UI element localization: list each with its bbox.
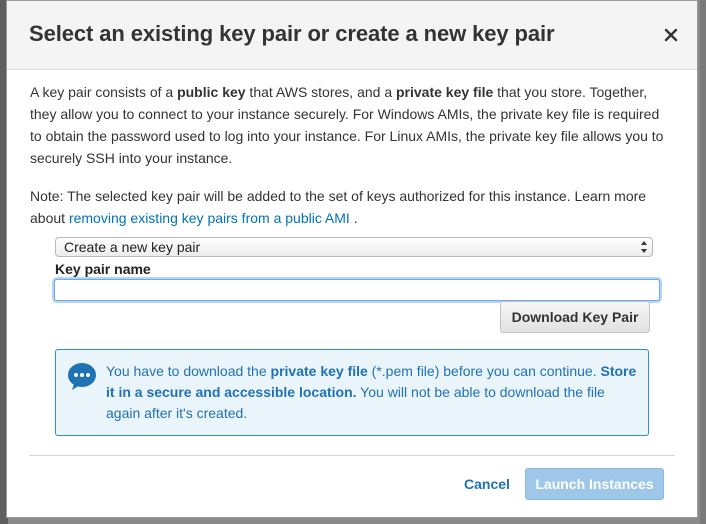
key-pair-description: A key pair consists of a public key that…	[30, 81, 670, 169]
key-pair-dialog: Select an existing key pair or create a …	[6, 0, 698, 518]
select-arrows-icon	[641, 241, 647, 253]
info-segment: (*.pem file) before you can continue.	[367, 363, 601, 379]
close-icon[interactable]	[661, 25, 681, 45]
description-segment: that AWS stores, and a	[245, 84, 396, 100]
download-info-box: You have to download the private key fil…	[55, 349, 649, 436]
dialog-title: Select an existing key pair or create a …	[29, 21, 555, 46]
description-segment: private key file	[396, 84, 494, 100]
download-key-pair-button[interactable]: Download Key Pair	[500, 301, 650, 333]
cancel-button[interactable]: Cancel	[464, 476, 510, 492]
info-segment: private key file	[270, 363, 368, 379]
description-segment: A key pair consists of a	[30, 84, 178, 100]
launch-instances-button[interactable]: Launch Instances	[525, 468, 664, 500]
note-suffix: .	[349, 210, 358, 226]
footer-divider	[29, 455, 675, 456]
description-segment: public key	[177, 84, 246, 100]
key-pair-name-label: Key pair name	[55, 261, 151, 277]
info-message: You have to download the private key fil…	[106, 361, 641, 424]
backdrop-right	[700, 0, 706, 524]
removing-key-pairs-link[interactable]: removing existing key pairs from a publi…	[69, 210, 350, 226]
key-pair-select[interactable]: Create a new key pair	[55, 237, 653, 257]
dialog-header: Select an existing key pair or create a …	[7, 1, 697, 70]
key-pair-name-input[interactable]	[54, 279, 660, 301]
chat-bubble-icon	[68, 363, 96, 390]
key-pair-select-value: Create a new key pair	[64, 239, 201, 255]
info-segment: You have to download the	[106, 363, 271, 379]
note-text: Note: The selected key pair will be adde…	[30, 185, 670, 229]
